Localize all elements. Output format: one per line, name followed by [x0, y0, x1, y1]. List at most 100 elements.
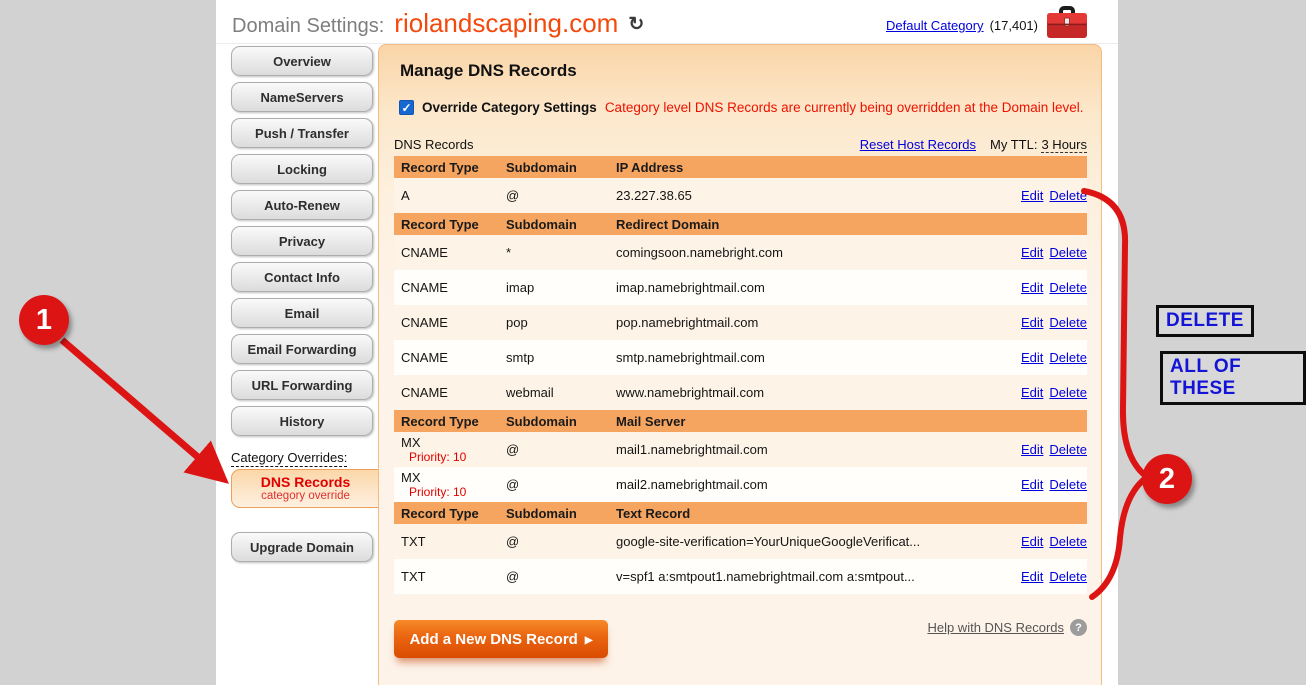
edit-link[interactable]: Edit — [1021, 280, 1043, 295]
annotation-arrow-1 — [62, 340, 221, 477]
record-subdomain-cell: imap — [506, 280, 616, 295]
record-value-cell: comingsoon.namebright.com — [616, 245, 985, 260]
sidebar-item-privacy[interactable]: Privacy — [231, 226, 373, 256]
record-type-cell: CNAME — [394, 350, 506, 365]
record-value-cell: smtp.namebrightmail.com — [616, 350, 985, 365]
column-header-value: Text Record — [616, 506, 985, 521]
sidebar-item-label: Email Forwarding — [247, 342, 356, 357]
record-type-value: A — [401, 188, 506, 203]
sidebar-item-label: Push / Transfer — [255, 126, 349, 141]
column-header-value: Redirect Domain — [616, 217, 985, 232]
sidebar-item-overview[interactable]: Overview — [231, 46, 373, 76]
edit-link[interactable]: Edit — [1021, 350, 1043, 365]
record-subdomain-cell: webmail — [506, 385, 616, 400]
sidebar-item-auto-renew[interactable]: Auto-Renew — [231, 190, 373, 220]
delete-link[interactable]: Delete — [1049, 188, 1087, 203]
sidebar-item-label: History — [280, 414, 325, 429]
sidebar-item-push-transfer[interactable]: Push / Transfer — [231, 118, 373, 148]
override-checkbox[interactable]: ✓ — [399, 100, 414, 115]
annotation-delete-box: DELETE — [1156, 305, 1254, 337]
sidebar-item-locking[interactable]: Locking — [231, 154, 373, 184]
category-count: (17,401) — [990, 18, 1038, 33]
record-subdomain-cell: smtp — [506, 350, 616, 365]
header-category: Default Category (17,401) — [886, 18, 1038, 33]
record-type-value: CNAME — [401, 350, 506, 365]
sidebar-item-url-forwarding[interactable]: URL Forwarding — [231, 370, 373, 400]
record-type-cell: TXT — [394, 534, 506, 549]
sidebar-item-dns-records[interactable]: DNS Records category override — [231, 469, 379, 508]
edit-link[interactable]: Edit — [1021, 442, 1043, 457]
delete-link[interactable]: Delete — [1049, 280, 1087, 295]
record-type-value: CNAME — [401, 245, 506, 260]
column-header-subdomain: Subdomain — [506, 217, 616, 232]
delete-link[interactable]: Delete — [1049, 385, 1087, 400]
sidebar-item-upgrade-domain[interactable]: Upgrade Domain — [231, 532, 373, 562]
dns-record-row: CNAMEimapimap.namebrightmail.comEditDele… — [394, 270, 1087, 305]
override-checkbox-label[interactable]: Override Category Settings — [422, 100, 597, 115]
record-actions-cell: Edit Delete — [985, 315, 1087, 330]
record-value-cell: mail2.namebrightmail.com — [616, 477, 985, 492]
delete-link[interactable]: Delete — [1049, 442, 1087, 457]
sidebar-item-label: Contact Info — [264, 270, 340, 285]
record-type-cell: MXPriority: 10 — [394, 470, 506, 499]
column-header-value: Mail Server — [616, 414, 985, 429]
reset-host-records-link[interactable]: Reset Host Records — [860, 137, 976, 152]
sidebar-item-nameservers[interactable]: NameServers — [231, 82, 373, 112]
record-type-value: MX — [401, 470, 506, 485]
edit-link[interactable]: Edit — [1021, 315, 1043, 330]
sidebar-item-history[interactable]: History — [231, 406, 373, 436]
record-type-cell: MXPriority: 10 — [394, 435, 506, 464]
edit-link[interactable]: Edit — [1021, 477, 1043, 492]
record-actions-cell: Edit Delete — [985, 245, 1087, 260]
record-value-cell: mail1.namebrightmail.com — [616, 442, 985, 457]
add-dns-record-label: Add a New DNS Record — [409, 631, 577, 648]
record-value-cell: 23.227.38.65 — [616, 188, 985, 203]
edit-link[interactable]: Edit — [1021, 188, 1043, 203]
default-category-link[interactable]: Default Category — [886, 18, 984, 33]
help-dns-records-link[interactable]: Help with DNS Records — [927, 620, 1064, 635]
edit-link[interactable]: Edit — [1021, 534, 1043, 549]
delete-link[interactable]: Delete — [1049, 245, 1087, 260]
annotation-step-2: 2 — [1142, 454, 1192, 504]
delete-link[interactable]: Delete — [1049, 350, 1087, 365]
add-dns-record-button[interactable]: Add a New DNS Record ▶ — [394, 620, 608, 658]
sidebar-item-email[interactable]: Email — [231, 298, 373, 328]
annotation-step-1: 1 — [19, 295, 69, 345]
record-type-value: CNAME — [401, 385, 506, 400]
record-value-cell: google-site-verification=YourUniqueGoogl… — [616, 534, 985, 549]
question-mark-icon[interactable]: ? — [1070, 619, 1087, 636]
column-header-value: IP Address — [616, 160, 985, 175]
record-value-cell: v=spf1 a:smtpout1.namebrightmail.com a:s… — [616, 569, 985, 584]
dns-record-row: TXT@v=spf1 a:smtpout1.namebrightmail.com… — [394, 559, 1087, 594]
edit-link[interactable]: Edit — [1021, 385, 1043, 400]
record-type-value: CNAME — [401, 280, 506, 295]
column-header-record-type: Record Type — [394, 217, 506, 232]
edit-link[interactable]: Edit — [1021, 569, 1043, 584]
record-type-cell: CNAME — [394, 245, 506, 260]
delete-link[interactable]: Delete — [1049, 477, 1087, 492]
toolbox-icon[interactable] — [1046, 5, 1088, 39]
record-actions-cell: Edit Delete — [985, 188, 1087, 203]
dns-record-row: CNAME*comingsoon.namebright.comEditDelet… — [394, 235, 1087, 270]
ttl-value[interactable]: 3 Hours — [1041, 137, 1087, 153]
sidebar-item-label: Locking — [277, 162, 327, 177]
domain-name: riolandscaping.com — [394, 8, 618, 39]
column-header-subdomain: Subdomain — [506, 414, 616, 429]
edit-link[interactable]: Edit — [1021, 245, 1043, 260]
record-subdomain-cell: @ — [506, 442, 616, 457]
sidebar-item-label: URL Forwarding — [252, 378, 353, 393]
delete-link[interactable]: Delete — [1049, 315, 1087, 330]
sidebar-item-email-forwarding[interactable]: Email Forwarding — [231, 334, 373, 364]
sidebar-item-contact-info[interactable]: Contact Info — [231, 262, 373, 292]
delete-link[interactable]: Delete — [1049, 569, 1087, 584]
column-header-subdomain: Subdomain — [506, 160, 616, 175]
delete-link[interactable]: Delete — [1049, 534, 1087, 549]
record-type-cell: A — [394, 188, 506, 203]
page-header: Domain Settings: riolandscaping.com ↻ — [232, 8, 644, 39]
category-overrides-label[interactable]: Category Overrides: — [231, 450, 347, 467]
record-type-cell: TXT — [394, 569, 506, 584]
page-title-label: Domain Settings: — [232, 15, 384, 38]
dns-records-label: DNS Records — [394, 137, 473, 152]
refresh-icon[interactable]: ↻ — [628, 13, 644, 36]
column-header-subdomain: Subdomain — [506, 506, 616, 521]
